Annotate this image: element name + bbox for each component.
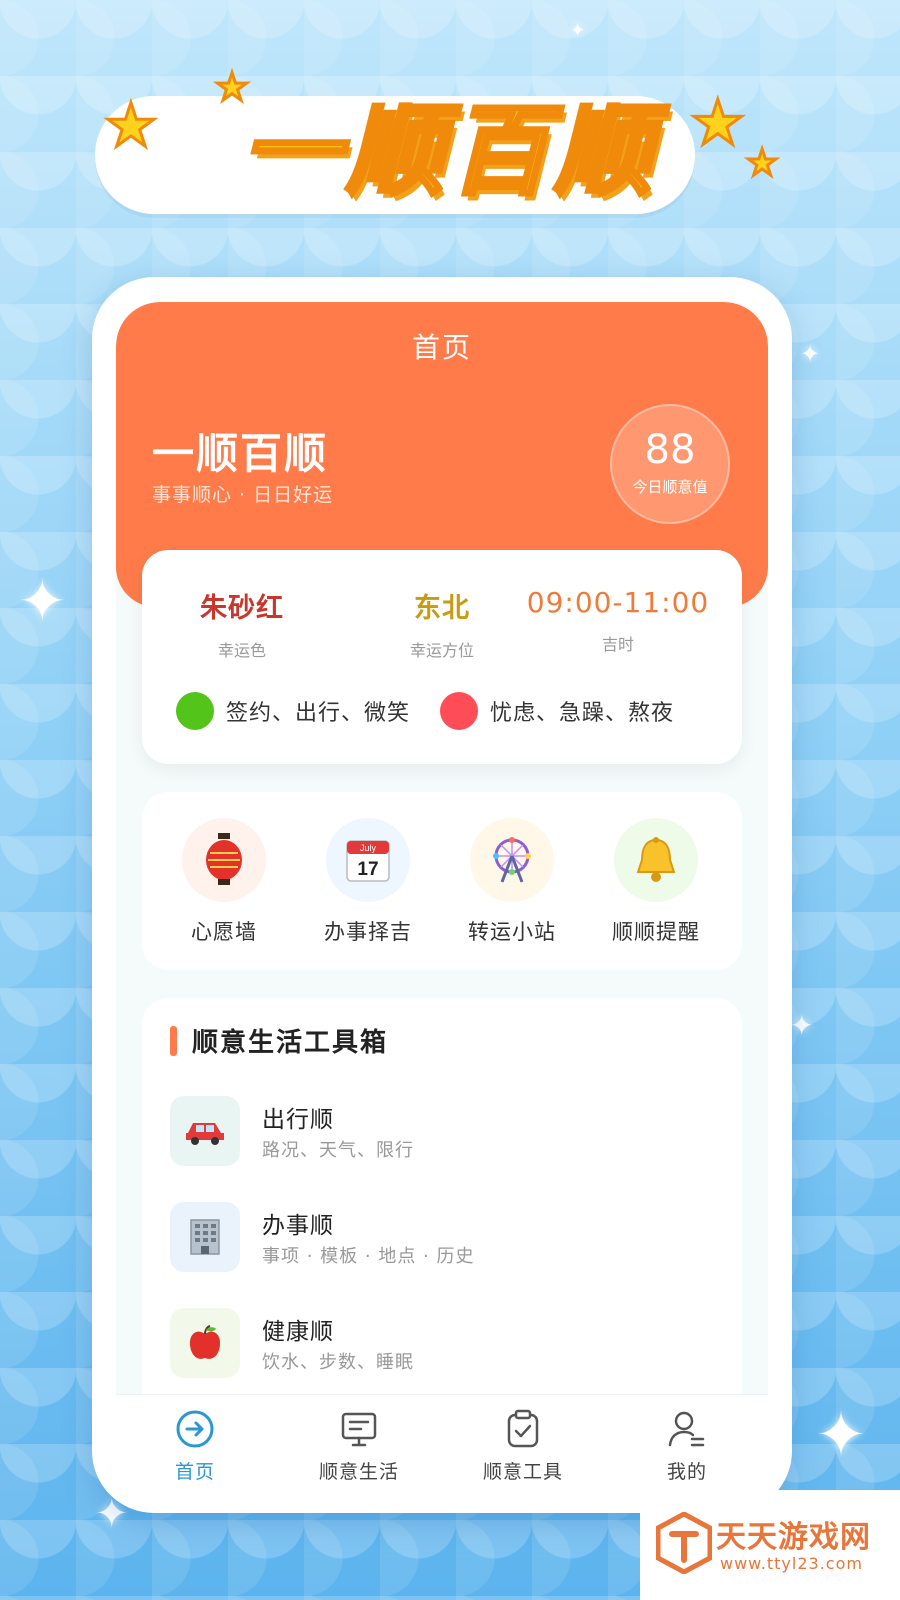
bell-icon <box>614 818 698 902</box>
tool-affairs-desc: 事项 · 模板 · 地点 · 历史 <box>262 1246 475 1267</box>
watermark-logo-icon <box>655 1511 713 1575</box>
good-items-text: 签约、出行、微笑 <box>226 701 411 726</box>
lucky-direction-label: 幸运方位 <box>409 641 474 660</box>
car-icon <box>170 1096 240 1166</box>
calendar-month: July <box>360 843 377 853</box>
lucky-card: 朱砂红 幸运色 东北 幸运方位 09:00-11:00 吉时 签约、出行、微笑 … <box>142 550 742 764</box>
lucky-time: 09:00-11:00 吉时 <box>518 586 718 655</box>
quick-auspicious-day[interactable]: July 17 办事择吉 <box>308 818 428 946</box>
sparkle-icon: ✦ <box>18 567 67 635</box>
tab-home-label: 首页 <box>174 1461 215 1483</box>
watermark-url: www.ttyl23.com <box>720 1554 863 1573</box>
tool-travel-desc: 路况、天气、限行 <box>262 1140 414 1161</box>
tab-profile[interactable]: 我的 <box>622 1409 752 1484</box>
quick-reminder-label: 顺顺提醒 <box>612 920 700 944</box>
apple-icon <box>170 1308 240 1378</box>
tool-travel[interactable]: 出行顺 路况、天气、限行 <box>170 1096 710 1166</box>
sparkle-icon: ✦ <box>815 1398 867 1471</box>
quick-wish-wall-label: 心愿墙 <box>191 920 257 944</box>
lucky-time-label: 吉时 <box>601 635 634 654</box>
good-items: 签约、出行、微笑 <box>176 692 410 730</box>
tab-home[interactable]: 首页 <box>130 1409 260 1484</box>
phone-frame: 首页 一顺百顺 事事顺心 · 日日好运 88 今日顺意值 朱砂红 幸运色 东北 … <box>92 277 792 1513</box>
app-screen: 首页 一顺百顺 事事顺心 · 日日好运 88 今日顺意值 朱砂红 幸运色 东北 … <box>116 302 768 1488</box>
calendar-icon: July 17 <box>326 818 410 902</box>
section-accent-bar <box>170 1026 177 1056</box>
quick-actions: 心愿墙 July 17 办事择吉 转运小站 顺顺提醒 <box>142 792 742 970</box>
bottom-tab-bar: 首页 顺意生活 顺意工具 我的 <box>116 1394 768 1488</box>
tab-tools-label: 顺意工具 <box>482 1461 563 1483</box>
sparkle-icon: ✦ <box>570 20 586 41</box>
quick-reminder[interactable]: 顺顺提醒 <box>596 818 716 946</box>
tab-profile-label: 我的 <box>666 1461 707 1483</box>
quick-fortune-station-label: 转运小站 <box>468 920 556 944</box>
clipboard-check-icon <box>503 1409 543 1449</box>
bad-items-text: 忧虑、急躁、熬夜 <box>490 701 675 726</box>
brand-title: 一顺百顺 <box>152 429 329 478</box>
lantern-icon <box>182 818 266 902</box>
lucky-color: 朱砂红 幸运色 <box>142 586 342 661</box>
watermark: 天天游戏网 www.ttyl23.com <box>640 1490 900 1600</box>
lucky-color-label: 幸运色 <box>217 641 266 660</box>
toolbox-title: 顺意生活工具箱 <box>192 1028 389 1058</box>
calendar-day: 17 <box>357 859 378 880</box>
sparkle-icon: ✦ <box>800 340 821 368</box>
toolbox-section: 顺意生活工具箱 出行顺 路况、天气、限行 办事顺 事项 · 模板 · 地点 · … <box>142 998 742 1418</box>
user-icon <box>667 1409 707 1449</box>
quick-wish-wall[interactable]: 心愿墙 <box>164 818 284 946</box>
daily-score-value: 88 <box>644 427 696 473</box>
tab-life-label: 顺意生活 <box>318 1461 399 1483</box>
bad-dot-icon <box>440 692 478 730</box>
tool-travel-name: 出行顺 <box>262 1107 334 1133</box>
daily-score-label: 今日顺意值 <box>632 478 708 496</box>
brand-slogan: 事事顺心 · 日日好运 <box>152 484 334 506</box>
bad-items: 忧虑、急躁、熬夜 <box>440 692 674 730</box>
tab-life[interactable]: 顺意生活 <box>294 1409 424 1484</box>
tool-affairs[interactable]: 办事顺 事项 · 模板 · 地点 · 历史 <box>170 1202 710 1272</box>
office-building-icon <box>170 1202 240 1272</box>
lucky-direction-value: 东北 <box>414 593 470 624</box>
sparkle-icon: ✦ <box>790 1009 814 1042</box>
tool-health[interactable]: 健康顺 饮水、步数、睡眠 <box>170 1308 710 1378</box>
tool-affairs-name: 办事顺 <box>262 1213 334 1239</box>
daily-score-badge[interactable]: 88 今日顺意值 <box>610 404 730 524</box>
monitor-icon <box>339 1409 379 1449</box>
ferris-wheel-icon <box>470 818 554 902</box>
quick-auspicious-day-label: 办事择吉 <box>324 920 412 944</box>
lucky-direction: 东北 幸运方位 <box>342 586 542 661</box>
page-title: 首页 <box>411 331 472 364</box>
tool-health-name: 健康顺 <box>262 1319 334 1345</box>
lucky-time-value: 09:00-11:00 <box>526 586 710 619</box>
star-icon: ★ <box>103 91 160 161</box>
quick-fortune-station[interactable]: 转运小站 <box>452 818 572 946</box>
good-dot-icon <box>176 692 214 730</box>
home-arrow-icon <box>175 1409 215 1449</box>
watermark-name: 天天游戏网 <box>716 1520 871 1555</box>
tab-tools[interactable]: 顺意工具 <box>458 1409 588 1484</box>
tool-health-desc: 饮水、步数、睡眠 <box>262 1352 414 1373</box>
star-icon: ★ <box>744 143 779 184</box>
banner-title: 一顺百顺 <box>240 93 658 211</box>
lucky-color-value: 朱砂红 <box>200 593 284 624</box>
